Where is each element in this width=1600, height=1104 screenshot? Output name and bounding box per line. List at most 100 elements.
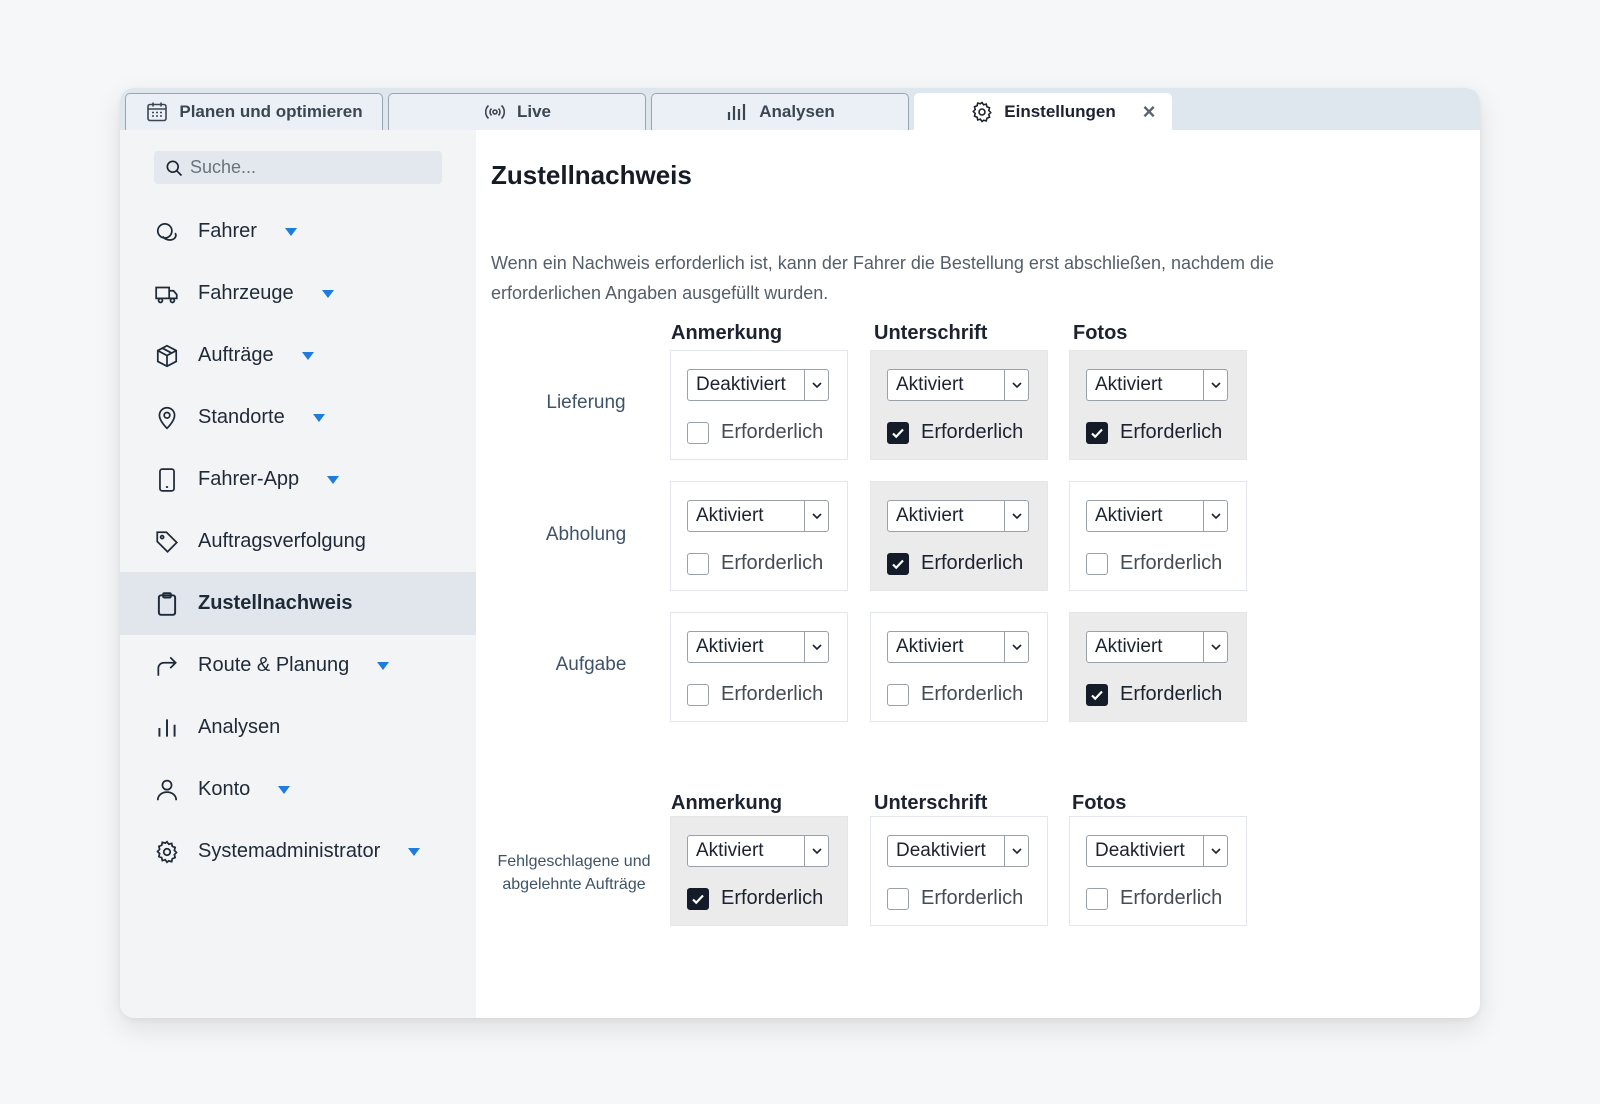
checkbox-checked-icon[interactable] xyxy=(887,552,909,575)
setting-cell-fotos: Deaktiviert Erforderlich xyxy=(1069,816,1247,926)
required-checkbox[interactable]: Erforderlich xyxy=(887,421,1023,444)
chevron-down-icon xyxy=(327,475,340,484)
setting-cell-anmerkung: Deaktiviert Erforderlich xyxy=(670,350,848,460)
checkbox-empty-icon[interactable] xyxy=(1086,887,1108,910)
status-select[interactable]: Aktiviert xyxy=(887,500,1029,532)
status-select[interactable]: Aktiviert xyxy=(1086,369,1228,401)
checkbox-empty-icon[interactable] xyxy=(887,683,909,706)
status-select[interactable]: Aktiviert xyxy=(687,631,829,663)
tab-live[interactable]: Live xyxy=(388,93,646,130)
setting-cell-fotos: Aktiviert Erforderlich xyxy=(1069,612,1247,722)
status-select[interactable]: Aktiviert xyxy=(687,835,829,867)
sidebar-item-zustellnachweis[interactable]: Zustellnachweis xyxy=(120,572,476,635)
status-select[interactable]: Deaktiviert xyxy=(687,369,829,401)
sidebar-item-label: Analysen xyxy=(198,716,281,738)
required-checkbox[interactable]: Erforderlich xyxy=(887,552,1023,575)
required-checkbox-label: Erforderlich xyxy=(721,421,824,443)
sidebar-item-label: Auftragsverfolgung xyxy=(198,530,366,552)
status-select-value: Aktiviert xyxy=(1095,636,1163,657)
required-checkbox[interactable]: Erforderlich xyxy=(887,887,1023,910)
checkbox-checked-icon[interactable] xyxy=(1086,683,1108,706)
status-select[interactable]: Deaktiviert xyxy=(1086,835,1228,867)
required-checkbox-label: Erforderlich xyxy=(921,552,1024,574)
required-checkbox-label: Erforderlich xyxy=(921,887,1024,909)
close-tab-icon[interactable]: × xyxy=(1139,101,1159,123)
required-checkbox-label: Erforderlich xyxy=(1120,887,1223,909)
status-select[interactable]: Aktiviert xyxy=(1086,500,1228,532)
sidebar-item-auftragsverfolgung[interactable]: Auftragsverfolgung xyxy=(120,510,476,573)
search-box[interactable] xyxy=(154,151,442,184)
status-select-value: Deaktiviert xyxy=(896,840,986,861)
broadcast-icon xyxy=(484,104,506,120)
status-select[interactable]: Aktiviert xyxy=(687,500,829,532)
checkbox-empty-icon[interactable] xyxy=(687,421,709,444)
checkbox-empty-icon[interactable] xyxy=(687,683,709,706)
checkbox-checked-icon[interactable] xyxy=(687,887,709,910)
sidebar-item-systemadministrator[interactable]: Systemadministrator xyxy=(120,820,476,883)
required-checkbox[interactable]: Erforderlich xyxy=(887,683,1023,706)
status-select[interactable]: Aktiviert xyxy=(1086,631,1228,663)
setting-cell-unterschrift: Aktiviert Erforderlich xyxy=(870,350,1048,460)
checkbox-empty-icon[interactable] xyxy=(1086,552,1108,575)
status-select-value: Aktiviert xyxy=(1095,505,1163,526)
required-checkbox[interactable]: Erforderlich xyxy=(687,552,823,575)
bar-chart-icon xyxy=(158,718,176,737)
tab-analysen[interactable]: Analysen xyxy=(651,93,909,130)
setting-cell-unterschrift: Deaktiviert Erforderlich xyxy=(870,816,1048,926)
checkbox-checked-icon[interactable] xyxy=(887,421,909,444)
tab-einstellungen[interactable]: Einstellungen × xyxy=(914,93,1172,130)
sidebar-item-fahrzeuge[interactable]: Fahrzeuge xyxy=(120,262,476,325)
setting-cell-unterschrift: Aktiviert Erforderlich xyxy=(870,481,1048,591)
sidebar-item-fahrer-app[interactable]: Fahrer-App xyxy=(120,448,476,511)
status-select[interactable]: Aktiviert xyxy=(887,369,1029,401)
chevron-down-icon xyxy=(1203,501,1227,531)
checkbox-empty-icon[interactable] xyxy=(687,552,709,575)
page-title: Zustellnachweis xyxy=(491,160,692,190)
column-header-unterschrift: Unterschrift xyxy=(874,322,988,344)
tab-planen-und-optimieren[interactable]: Planen und optimieren xyxy=(125,93,383,130)
setting-cell-anmerkung: Aktiviert Erforderlich xyxy=(670,612,848,722)
chevron-down-icon xyxy=(1203,632,1227,662)
chevron-down-icon xyxy=(1004,370,1028,400)
row-label-failed-orders: Fehlgeschlagene und abgelehnte Aufträge xyxy=(494,850,654,896)
chevron-down-icon xyxy=(1004,836,1028,866)
required-checkbox[interactable]: Erforderlich xyxy=(1086,683,1222,706)
clipboard-icon xyxy=(157,591,177,616)
required-checkbox[interactable]: Erforderlich xyxy=(687,421,823,444)
status-select[interactable]: Aktiviert xyxy=(887,631,1029,663)
sidebar-item-fahrer[interactable]: Fahrer xyxy=(120,200,476,263)
status-select-value: Aktiviert xyxy=(696,505,764,526)
column-header-anmerkung: Anmerkung xyxy=(671,792,783,814)
sidebar-item-auftraege[interactable]: Aufträge xyxy=(120,324,476,387)
chevron-down-icon xyxy=(804,836,828,866)
row-label-line: abgelehnte Aufträge xyxy=(502,876,646,893)
sidebar-item-standorte[interactable]: Standorte xyxy=(120,386,476,449)
chevron-down-icon xyxy=(804,632,828,662)
sidebar-item-konto[interactable]: Konto xyxy=(120,758,476,821)
status-select[interactable]: Deaktiviert xyxy=(887,835,1029,867)
chevron-down-icon xyxy=(278,785,291,794)
required-checkbox[interactable]: Erforderlich xyxy=(1086,887,1222,910)
status-select-value: Aktiviert xyxy=(1095,374,1163,395)
row-label-abholung: Abholung xyxy=(545,524,627,545)
row-label-aufgabe: Aufgabe xyxy=(555,654,627,675)
checkbox-empty-icon[interactable] xyxy=(887,887,909,910)
column-header-fotos: Fotos xyxy=(1073,322,1128,344)
sidebar-item-route-planung[interactable]: Route & Planung xyxy=(120,634,476,697)
sidebar-item-label: Fahrzeuge xyxy=(198,282,294,304)
bar-chart-icon xyxy=(728,104,746,120)
required-checkbox[interactable]: Erforderlich xyxy=(1086,421,1222,444)
search-input[interactable] xyxy=(190,157,430,178)
tab-label: Einstellungen xyxy=(1004,102,1116,121)
sidebar-item-analysen[interactable]: Analysen xyxy=(120,696,476,759)
checkbox-checked-icon[interactable] xyxy=(1086,421,1108,444)
required-checkbox-label: Erforderlich xyxy=(1120,683,1223,705)
required-checkbox[interactable]: Erforderlich xyxy=(687,887,823,910)
chevron-down-icon xyxy=(1004,501,1028,531)
status-select-value: Aktiviert xyxy=(896,636,964,657)
search-icon xyxy=(166,160,183,176)
required-checkbox[interactable]: Erforderlich xyxy=(1086,552,1222,575)
chevron-down-icon xyxy=(321,289,334,298)
route-arrow-icon xyxy=(157,656,177,676)
required-checkbox[interactable]: Erforderlich xyxy=(687,683,823,706)
